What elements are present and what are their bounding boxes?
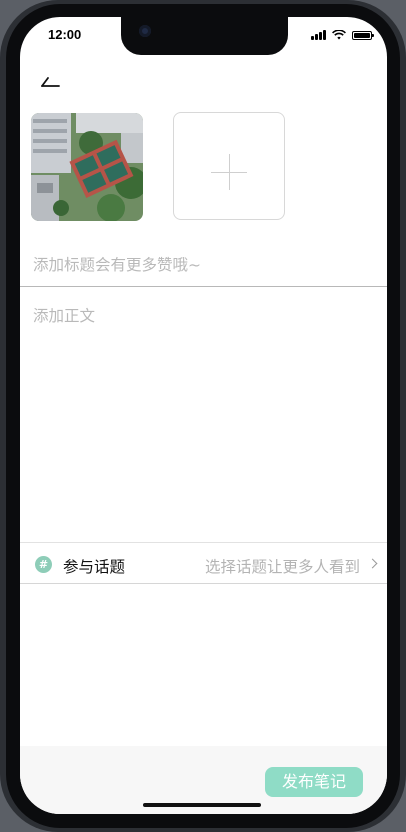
wifi-icon [332, 30, 346, 40]
body-textarea[interactable]: 添加正文 [33, 304, 95, 326]
topic-row[interactable]: # 参与话题 选择话题让更多人看到 [20, 544, 387, 583]
status-icons [311, 29, 374, 41]
add-image-button[interactable] [173, 112, 285, 220]
plus-icon-vertical [229, 154, 230, 190]
home-indicator [143, 803, 261, 807]
screen: 12:00 添加标题会有更多赞哦~ 添加正文 # 参与话题 选择话题让更多人看到… [20, 17, 387, 814]
chevron-right-icon [367, 558, 378, 569]
signal-icon [311, 30, 326, 40]
publish-button[interactable]: 发布笔记 [265, 767, 363, 797]
back-arrow-icon[interactable] [40, 74, 62, 88]
status-time: 12:00 [48, 27, 82, 42]
phone-frame: 12:00 添加标题会有更多赞哦~ 添加正文 # 参与话题 选择话题让更多人看到… [0, 0, 406, 832]
topic-label: 参与话题 [63, 558, 126, 576]
aerial-campus-photo [31, 113, 143, 221]
hashtag-icon: # [35, 556, 52, 573]
divider [20, 583, 387, 584]
photo-thumbnail[interactable] [31, 113, 143, 221]
front-camera [139, 25, 151, 37]
battery-icon [352, 30, 374, 40]
divider [20, 542, 387, 543]
title-input[interactable]: 添加标题会有更多赞哦~ [33, 253, 201, 275]
topic-hint: 选择话题让更多人看到 [204, 558, 360, 576]
divider [20, 286, 387, 287]
